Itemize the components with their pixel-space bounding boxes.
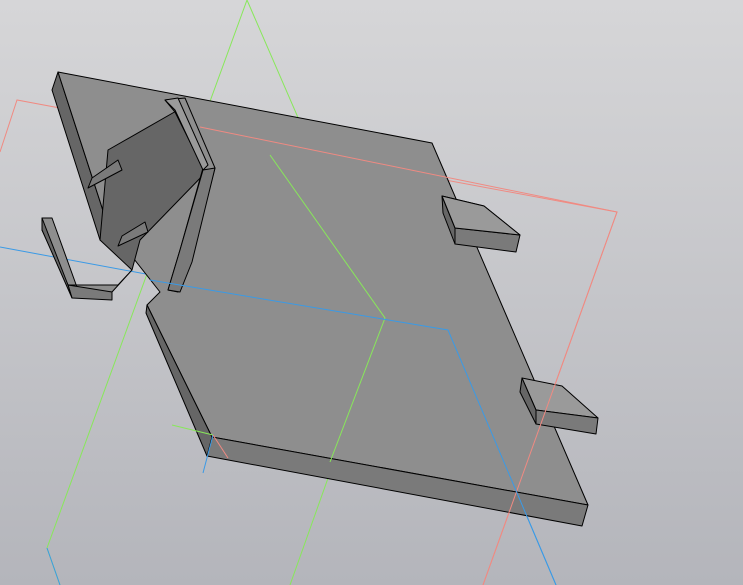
3d-viewport[interactable] <box>0 0 743 585</box>
model-canvas[interactable] <box>0 0 743 585</box>
